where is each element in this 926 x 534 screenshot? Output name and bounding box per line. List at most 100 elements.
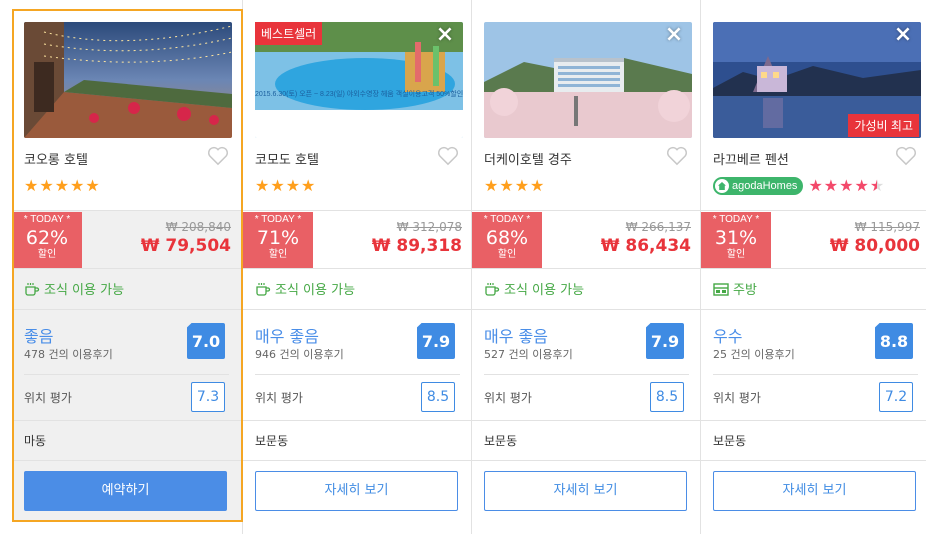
discount-tag: * TODAY * 62% 할인 [12, 212, 82, 268]
divider [12, 210, 241, 211]
discount-label: 할인 [726, 249, 746, 260]
amenity: 조식 이용 가능 [484, 279, 584, 298]
details-button[interactable]: 자세히 보기 [255, 471, 458, 511]
details-button[interactable]: 자세히 보기 [484, 471, 687, 511]
heart-icon[interactable] [666, 146, 688, 166]
coffee-cup-icon [25, 282, 40, 296]
discount-label: 할인 [497, 249, 517, 260]
hotel-name[interactable]: 더케이호텔 경주 [484, 149, 572, 168]
star-icon: ★ [530, 176, 545, 195]
amenity: 조식 이용 가능 [255, 279, 355, 298]
star-icon: ★ [285, 176, 301, 195]
score-label: 좋음 [24, 327, 54, 346]
star-rating: ★ ★ ★ ★ [255, 177, 315, 195]
hotel-card[interactable]: 2015.6.30(토) 오픈 ~ 8.23(일) 야외수영장 헤움 객실이용고… [242, 0, 472, 534]
discount-tag: * TODAY * 71% 할인 [243, 212, 313, 268]
hotel-card[interactable]: × 가성비 최고 라끄베르 펜션 agodaHomes ★ ★ ★ ★ ★ * … [700, 0, 926, 534]
original-price: ₩ 115,997 [854, 220, 920, 234]
discount-label: 할인 [268, 249, 288, 260]
review-count[interactable]: 478 건의 이용후기 [24, 346, 113, 362]
review-count[interactable]: 527 건의 이용후기 [484, 346, 573, 362]
amenity-label: 주방 [733, 283, 757, 298]
score-label: 매우 좋음 [255, 327, 319, 346]
score-badge: 7.9 [417, 323, 455, 359]
score-badge: 7.0 [187, 323, 225, 359]
agoda-homes-label: agodaHomes [732, 180, 798, 192]
discount-tag: * TODAY * 31% 할인 [701, 212, 771, 268]
details-button[interactable]: 자세히 보기 [713, 471, 916, 511]
hotel-photo[interactable] [484, 22, 692, 138]
star-rating: ★ ★ ★ ★ [484, 177, 544, 195]
divider [701, 309, 926, 310]
coffee-cup-icon [256, 282, 271, 296]
area-label: 마동 [24, 434, 47, 448]
star-icon: ★ [24, 176, 39, 195]
home-icon [715, 179, 729, 193]
hotel-name[interactable]: 코모도 호텔 [255, 149, 319, 168]
star-icon: ★ [39, 176, 54, 195]
coffee-cup-icon [485, 282, 500, 296]
agoda-homes-badge: agodaHomes [713, 177, 804, 195]
bestseller-badge: 베스트셀러 [255, 22, 323, 45]
divider [255, 374, 460, 375]
star-icon: ★ [823, 176, 839, 195]
location-score-badge: 8.5 [650, 382, 684, 412]
score-badge: 7.9 [646, 323, 684, 359]
heart-icon[interactable] [437, 146, 459, 166]
hotel-card[interactable]: 코오롱 호텔 ★ ★ ★ ★ ★ * TODAY * 62% 할인 ₩ 208,… [12, 0, 243, 534]
amenity: 조식 이용 가능 [24, 279, 124, 298]
half-star-icon: ★ [869, 176, 885, 195]
divider [24, 374, 229, 375]
hotel-building-photo [484, 22, 692, 138]
price-band: * TODAY * 62% 할인 ₩ 208,840 ₩ 79,504 [12, 212, 241, 268]
star-icon: ★ [514, 176, 530, 195]
book-button[interactable]: 예약하기 [24, 471, 227, 511]
location-label: 위치 평가 [24, 391, 72, 405]
divider [243, 268, 472, 269]
star-rating: ★ ★ ★ ★ ★ [24, 177, 100, 195]
amenity: 주방 [713, 279, 757, 298]
divider [701, 268, 926, 269]
today-label: * TODAY * [712, 214, 760, 225]
review-count[interactable]: 25 건의 이용후기 [713, 346, 795, 362]
divider [701, 420, 926, 421]
close-icon[interactable]: × [664, 24, 684, 46]
discount-percent: 62% [25, 227, 69, 249]
score-badge: 8.8 [875, 323, 913, 359]
original-price: ₩ 312,078 [396, 220, 462, 234]
star-icon: ★ [484, 176, 499, 195]
original-price: ₩ 266,137 [625, 220, 691, 234]
divider [472, 460, 701, 461]
area-label: 보문동 [713, 434, 747, 448]
location-score-badge: 7.2 [879, 382, 913, 412]
divider [12, 268, 241, 269]
close-icon[interactable]: × [893, 24, 913, 46]
hotel-name[interactable]: 라끄베르 펜션 [713, 149, 789, 168]
best-value-badge: 가성비 최고 [848, 114, 919, 137]
hotel-photo[interactable] [24, 22, 232, 138]
location-score-badge: 7.3 [191, 382, 225, 412]
score-label: 매우 좋음 [484, 327, 548, 346]
area-label: 보문동 [255, 434, 289, 448]
amenity-label: 조식 이용 가능 [504, 283, 585, 298]
original-price: ₩ 208,840 [165, 220, 231, 234]
review-count[interactable]: 946 건의 이용후기 [255, 346, 344, 362]
today-label: * TODAY * [483, 214, 531, 225]
promo-text: 2015.6.30(토) 오픈 ~ 8.23(일) 야외수영장 헤움 객실이용고… [255, 91, 463, 98]
heart-icon[interactable] [895, 146, 917, 166]
sale-price: ₩ 79,504 [140, 236, 231, 256]
divider [472, 420, 701, 421]
sale-price: ₩ 86,434 [600, 236, 691, 256]
star-icon: ★ [270, 176, 285, 195]
discount-label: 할인 [37, 249, 57, 260]
discount-percent: 31% [714, 227, 758, 249]
hotel-name[interactable]: 코오롱 호텔 [24, 149, 88, 168]
heart-icon[interactable] [207, 146, 229, 166]
divider [713, 374, 918, 375]
divider [12, 420, 241, 421]
divider [701, 460, 926, 461]
close-icon[interactable]: × [435, 24, 455, 46]
star-rating: agodaHomes ★ ★ ★ ★ ★ [713, 177, 884, 195]
hotel-card[interactable]: × 더케이호텔 경주 ★ ★ ★ ★ * TODAY * 68% 할인 ₩ 26… [471, 0, 701, 534]
discount-percent: 68% [485, 227, 529, 249]
